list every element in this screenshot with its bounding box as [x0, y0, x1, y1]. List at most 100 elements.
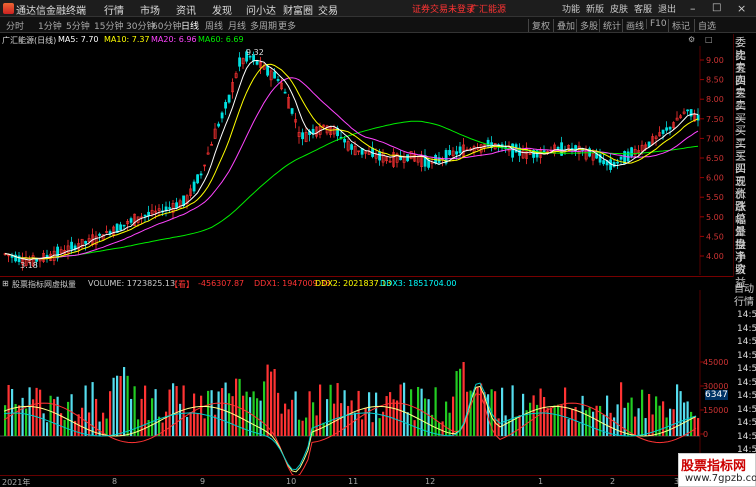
minimize-icon[interactable]: – [690, 2, 696, 15]
exit-button[interactable]: 退出 [658, 2, 676, 15]
tool-mark[interactable]: 标记 [668, 19, 690, 32]
volume-bar [161, 422, 164, 436]
volume-bar [305, 417, 308, 436]
candle-body [616, 161, 620, 164]
volume-bar [91, 382, 94, 436]
volume-bar [378, 418, 381, 436]
candle-body [350, 144, 354, 150]
candle-body [665, 127, 669, 131]
indicator-name[interactable]: 股票指标网 [12, 279, 52, 290]
volume-bar [648, 394, 651, 436]
period-1min[interactable]: 1分钟 [38, 19, 62, 32]
tool-restore-rights[interactable]: 复权 [528, 19, 550, 32]
date-label: 2 [610, 477, 616, 486]
volume-bar [46, 422, 49, 436]
app-window: { "app": {"name": "通达信金融终端"}, "menu": ["… [0, 0, 756, 487]
menu-wealth[interactable]: 财富圈 [283, 2, 313, 17]
expand-icon[interactable]: □ [705, 35, 713, 44]
candle-body [290, 108, 294, 114]
tick-time: 14:5 [737, 404, 756, 415]
volume-chart[interactable]: 4500030000150000-15000 [0, 290, 733, 475]
volume-bar [249, 397, 252, 436]
tick-time: 14:5 [737, 350, 756, 361]
volume-bar [413, 420, 416, 436]
volume-bar [182, 385, 185, 436]
tool-f10[interactable]: F10 [646, 19, 667, 29]
volume-bar [588, 407, 591, 436]
volume-bar [550, 407, 553, 436]
menu-ask[interactable]: 问小达 [246, 2, 276, 17]
candle-body [196, 174, 200, 184]
period-multi[interactable]: 多周期 [250, 19, 277, 32]
volume-bar [427, 399, 430, 436]
date-label: 2021年 [2, 478, 31, 487]
maximize-icon[interactable]: □ [712, 2, 721, 13]
candle-body [511, 143, 515, 158]
volume-bar [224, 382, 227, 436]
menu-market[interactable]: 市场 [140, 2, 160, 17]
volume-bar [266, 364, 269, 436]
account-label[interactable]: 广汇能源 [470, 2, 506, 15]
volume-bar [186, 416, 189, 436]
tool-stats[interactable]: 统计 [599, 19, 621, 32]
candle-body [266, 65, 270, 76]
volume-tag: 6347 [705, 390, 728, 400]
volume-bar [329, 384, 332, 436]
ma60-value: MA60: 6.69 [198, 35, 244, 44]
volume-bar [277, 392, 280, 436]
candle-body [630, 147, 634, 157]
period-15min[interactable]: 15分钟 [94, 19, 123, 32]
period-more[interactable]: 更多 [278, 19, 296, 32]
tool-draw[interactable]: 画线 [622, 19, 644, 32]
kline-chart[interactable]: 9.00 8.50 8.00 7.50 7.00 6.50 6.00 5.50 5.00 4.50… [0, 46, 733, 275]
function-button[interactable]: 功能 [562, 2, 580, 15]
price-tick-label: 4.50 [706, 232, 724, 241]
menu-quotes[interactable]: 行情 [104, 2, 124, 17]
settings-icon[interactable]: ⚙ [688, 35, 695, 44]
price-tick-label: 8.50 [706, 76, 724, 85]
volume-bar [655, 396, 658, 436]
new-version-button[interactable]: 新版 [586, 2, 604, 15]
period-daily[interactable]: 日线 [181, 19, 199, 32]
menu-news[interactable]: 资讯 [176, 2, 196, 17]
skin-button[interactable]: 皮肤 [610, 2, 628, 15]
volume-bar [455, 371, 458, 436]
tool-watchlist[interactable]: 自选 [694, 19, 716, 32]
close-icon[interactable]: × [737, 2, 746, 15]
volume-bar [672, 409, 675, 436]
volume-bar [193, 393, 196, 436]
volume-bar [543, 397, 546, 436]
tool-multi-stock[interactable]: 多股 [576, 19, 598, 32]
menu-trade[interactable]: 交易 [318, 2, 338, 17]
volume-bar [445, 401, 448, 436]
panel-tab[interactable]: 行情 [734, 293, 754, 308]
period-60min[interactable]: 60分钟 [152, 19, 181, 32]
app-title: 通达信金融终端 [16, 6, 86, 17]
tool-overlay[interactable]: 叠加 [553, 19, 575, 32]
candle-body [668, 126, 672, 130]
price-tick-label: 4.00 [706, 252, 724, 261]
period-tick[interactable]: 分时 [6, 19, 24, 32]
volume-bar [347, 405, 350, 436]
volume-bar [217, 391, 220, 436]
candle-body [602, 160, 606, 165]
period-weekly[interactable]: 周线 [205, 19, 223, 32]
candle-body [427, 159, 431, 168]
volume-bar [662, 401, 665, 436]
menu-discover[interactable]: 发现 [212, 2, 232, 17]
candle-body [84, 240, 88, 244]
volume-bar [571, 409, 574, 436]
volume-bar [532, 395, 535, 436]
app-logo-icon [3, 3, 14, 14]
indicator-icon[interactable]: ⊞ [2, 279, 9, 288]
tick-time: 14:5 [737, 418, 756, 428]
login-warning[interactable]: 证券交易未登录 [412, 2, 475, 15]
volume-bar [263, 381, 266, 436]
volume-bar [119, 376, 122, 436]
tick-time: 14:5 [737, 323, 756, 334]
volume-bar [7, 384, 10, 436]
period-monthly[interactable]: 月线 [228, 19, 246, 32]
tick-time: 14:5 [737, 310, 756, 320]
period-5min[interactable]: 5分钟 [66, 19, 90, 32]
service-button[interactable]: 客服 [634, 2, 652, 15]
